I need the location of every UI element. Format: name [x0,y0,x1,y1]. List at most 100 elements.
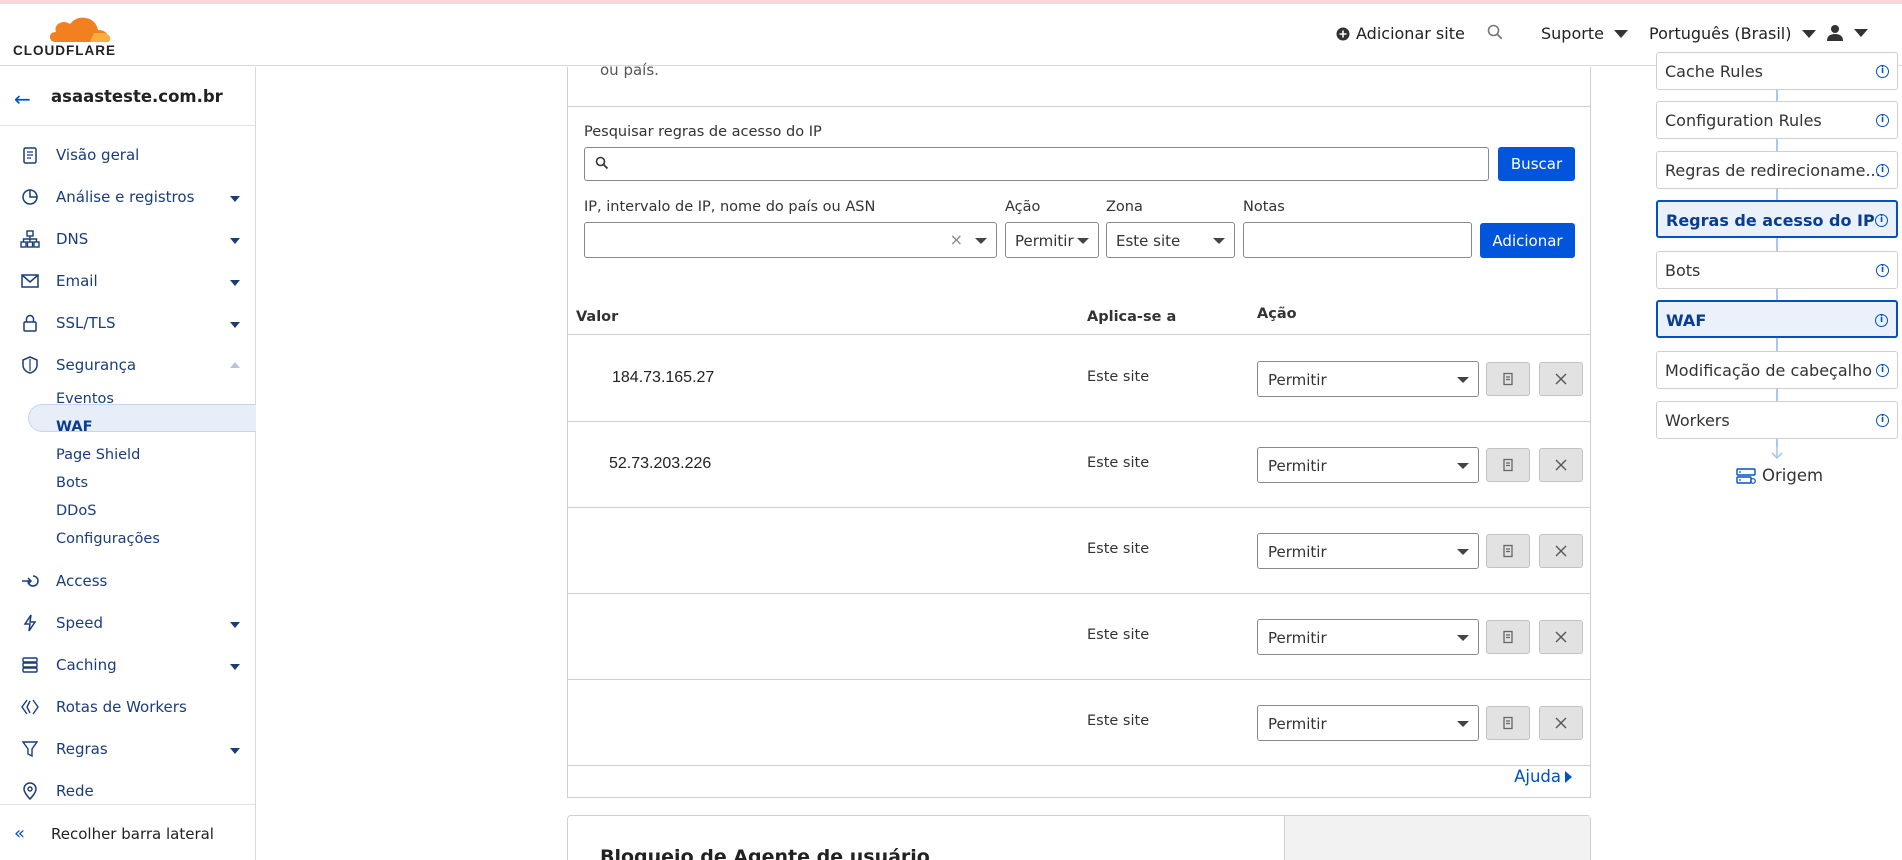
sidebar-item-security[interactable]: Segurança [0,346,255,386]
add-rule-button[interactable]: Adicionar [1480,223,1575,258]
chevron-down-icon [230,322,240,328]
rule-ip-value: 52.73.203.226 [609,455,712,472]
delete-rule-button[interactable] [1539,362,1583,396]
close-icon [1555,717,1567,729]
rule-action-select[interactable]: Permitir [1257,361,1479,397]
support-menu[interactable]: Suporte [1541,24,1628,43]
sidebar-subitem-settings[interactable]: Configurações [56,531,160,547]
help-link[interactable]: Ajuda [1514,767,1572,786]
card-side-panel [1284,816,1590,860]
close-icon [1555,373,1567,385]
chevron-down-icon [1457,721,1469,727]
sidebar-item-ssl-tls[interactable]: SSL/TLS [0,304,255,344]
note-icon [1503,372,1513,386]
sidebar-item-label: Rotas de Workers [56,698,187,716]
info-icon[interactable]: i [1875,314,1888,327]
user-menu[interactable] [1826,24,1868,42]
edit-notes-button[interactable] [1486,620,1530,654]
delete-rule-button[interactable] [1539,534,1583,568]
search-label: Pesquisar regras de acesso do IP [584,124,822,140]
rule-action-value: Permitir [1268,371,1327,389]
rule-zone: Este site [1087,455,1150,471]
back-arrow-icon[interactable]: ← [14,87,31,111]
delete-rule-button[interactable] [1539,620,1583,654]
sidebar-subitem-ddos[interactable]: DDoS [56,503,96,519]
edit-notes-button[interactable] [1486,706,1530,740]
cloudflare-logo[interactable]: CLOUDFLARE [12,14,122,58]
delete-rule-button[interactable] [1539,448,1583,482]
info-icon[interactable]: i [1876,65,1889,78]
sidebar-item-email[interactable]: Email [0,262,255,302]
notes-input[interactable] [1243,222,1472,258]
search-button[interactable]: Buscar [1498,147,1575,181]
sidebar-item-rules[interactable]: Regras [0,730,255,770]
chevron-down-icon [1457,377,1469,383]
sidebar-item-caching[interactable]: Caching [0,646,255,686]
sidebar-item-workers-routes[interactable]: Rotas de Workers [0,688,255,728]
card-title: Bloqueio de Agente de usuário [600,846,930,860]
rule-action-select[interactable]: Permitir [1257,705,1479,741]
sidebar-subitem-page-shield[interactable]: Page Shield [56,447,140,463]
sidebar-item-label: Regras [56,740,108,758]
action-select[interactable]: Permitir [1005,222,1099,258]
chevron-down-icon [230,280,240,286]
info-icon[interactable]: i [1876,164,1889,177]
chevron-down-icon [230,748,240,754]
cloud-logo-icon [50,17,111,42]
sidebar-item-label: Análise e registros [56,188,195,206]
sidebar-item-overview[interactable]: Visão geral [0,136,255,176]
plus-circle-icon [1336,27,1350,40]
sidebar-subitem-bots[interactable]: Bots [56,475,88,491]
edit-notes-button[interactable] [1486,362,1530,396]
pipeline-step-waf[interactable]: WAF i [1656,300,1898,338]
chevron-down-icon [1613,29,1628,38]
sidebar-item-access[interactable]: Access [0,562,255,602]
user-agent-blocking-card: Bloqueio de Agente de usuário [567,815,1591,860]
pipeline-step-bots[interactable]: Bots i [1656,251,1898,289]
rule-action-select[interactable]: Permitir [1257,619,1479,655]
pipeline-step-workers[interactable]: Workers i [1656,401,1898,439]
zone-select[interactable]: Este site [1106,222,1235,258]
help-label: Ajuda [1514,767,1561,786]
sidebar-item-label: DNS [56,230,89,248]
search-icon [1487,24,1503,40]
pipeline-step-configuration-rules[interactable]: Configuration Rules i [1656,101,1898,139]
pipeline-step-header-modification[interactable]: Modificação de cabeçalho i [1656,351,1898,389]
sidebar-subitem-waf[interactable]: WAF [56,419,92,435]
delete-rule-button[interactable] [1539,706,1583,740]
sidebar-item-analytics[interactable]: Análise e registros [0,178,255,218]
edit-notes-button[interactable] [1486,448,1530,482]
shield-icon [22,356,38,374]
pipeline-step-cache-rules[interactable]: Cache Rules i [1656,52,1898,90]
lock-icon [23,314,37,332]
edit-notes-button[interactable] [1486,534,1530,568]
ip-value-select[interactable]: × [584,222,997,258]
network-icon [20,230,40,248]
note-icon [1503,716,1513,730]
location-pin-icon [23,782,37,801]
language-menu[interactable]: Português (Brasil) [1649,24,1816,43]
add-site-button[interactable]: Adicionar site [1336,24,1465,43]
sidebar-item-speed[interactable]: Speed [0,604,255,644]
pipeline-step-redirect-rules[interactable]: Regras de redirecioname... i [1656,151,1898,189]
sidebar-item-label: Visão geral [56,146,140,164]
info-icon[interactable]: i [1875,214,1888,227]
info-icon[interactable]: i [1876,114,1889,127]
lightning-icon [23,614,37,632]
info-icon[interactable]: i [1876,414,1889,427]
search-button[interactable] [1487,24,1503,40]
sidebar-item-dns[interactable]: DNS [0,220,255,260]
clear-icon[interactable]: × [950,230,963,249]
pipeline-step-ip-access-rules[interactable]: Regras de acesso do IP i [1656,200,1898,238]
site-selector[interactable]: ← asaasteste.com.br [0,67,255,126]
search-icon [595,156,609,170]
note-icon [1503,630,1513,644]
collapse-sidebar-button[interactable]: « Recolher barra lateral [0,804,255,860]
language-label: Português (Brasil) [1649,24,1792,43]
search-rules-input[interactable] [584,147,1489,181]
origin-label: Origem [1762,466,1824,485]
info-icon[interactable]: i [1876,264,1889,277]
rule-action-select[interactable]: Permitir [1257,447,1479,483]
info-icon[interactable]: i [1876,364,1889,377]
rule-action-select[interactable]: Permitir [1257,533,1479,569]
